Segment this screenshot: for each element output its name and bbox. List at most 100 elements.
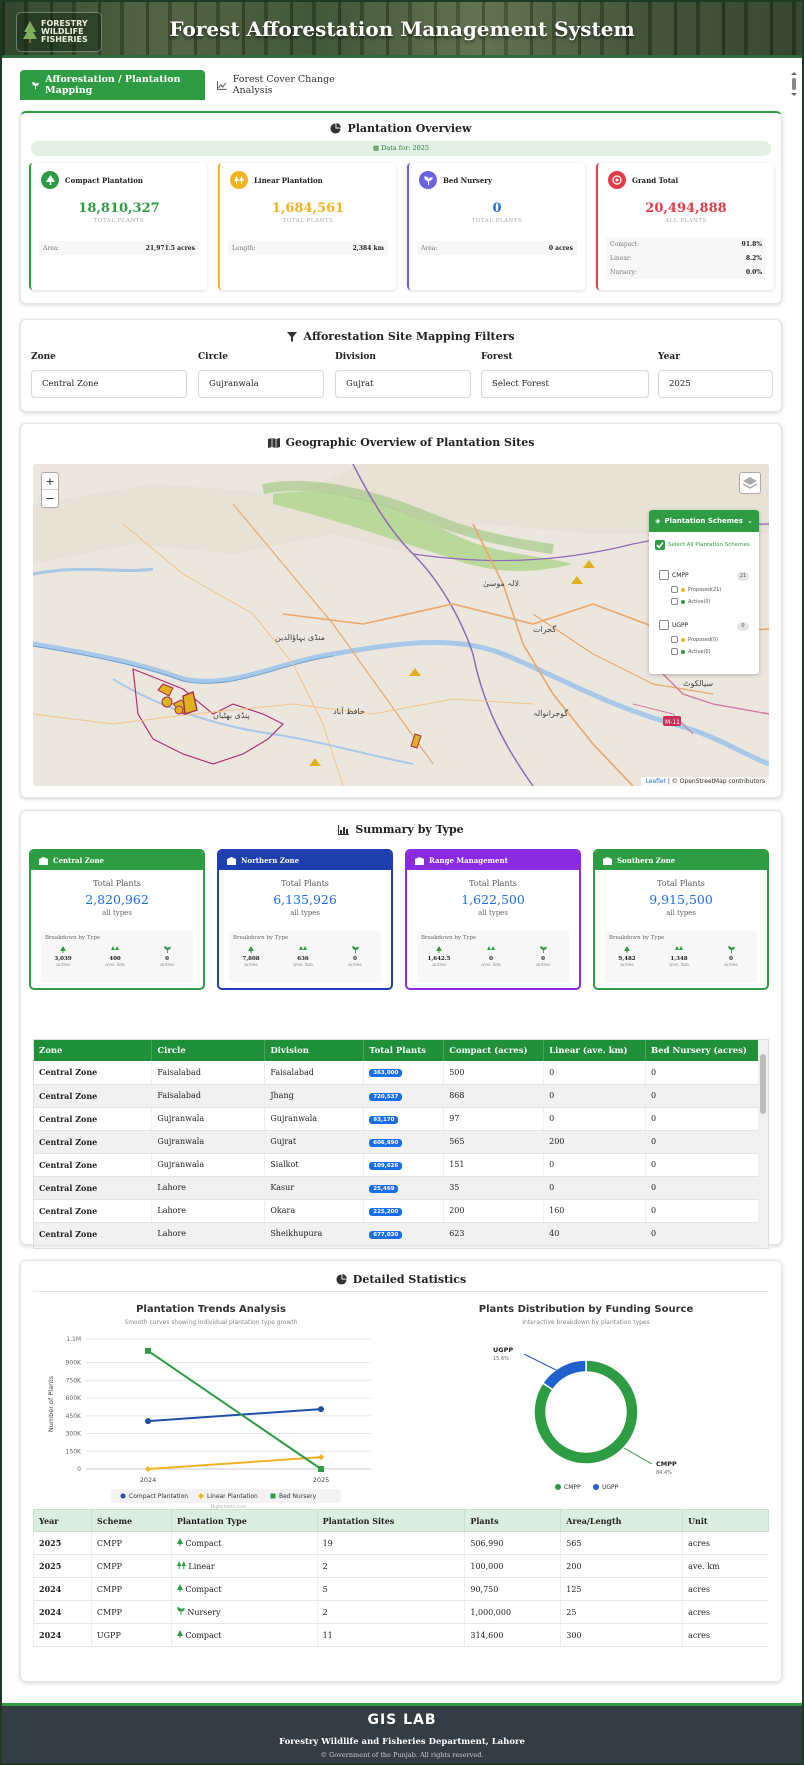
- compact-area-row: Area: 21,971.5 acres: [39, 241, 199, 255]
- column-header[interactable]: Bed Nursery (acres): [645, 1040, 760, 1061]
- legend-marker: [120, 1493, 126, 1499]
- proposed-dot-icon: [681, 587, 685, 592]
- seedling-icon: [177, 1607, 185, 1615]
- column-header[interactable]: Area/Length: [560, 1509, 684, 1532]
- table-scrollbar[interactable]: [758, 1040, 768, 1248]
- column-header[interactable]: Plantation Sites: [316, 1509, 466, 1532]
- table-row[interactable]: Central Zone Lahore Sheikhupura 677,030 623 4…: [34, 1222, 760, 1246]
- column-header[interactable]: Circle: [151, 1040, 266, 1061]
- data-point[interactable]: [145, 1347, 151, 1354]
- legend-header[interactable]: ◈ Plantation Schemes ⌄: [649, 510, 759, 532]
- site-marker: [410, 733, 422, 749]
- page-scrollbar[interactable]: [790, 72, 798, 96]
- site-marker: [161, 696, 173, 708]
- year-select[interactable]: 2025: [658, 370, 773, 398]
- cmpp-proposed[interactable]: Proposed(21): [671, 586, 721, 593]
- forest-select[interactable]: Select Forest: [481, 370, 649, 398]
- data-point[interactable]: [318, 1454, 324, 1461]
- table-cell: 0: [645, 1222, 760, 1246]
- ugpp-count-badge: 0: [737, 622, 749, 631]
- zone-card-header: Northern Zone: [219, 851, 391, 870]
- table-row[interactable]: 2024 CMPP Compact 5 90,750 125 acres: [33, 1577, 769, 1601]
- app-footer: GIS LAB Forestry Wildlife and Fisheries …: [2, 1703, 802, 1763]
- table-cell: 109,626: [363, 1153, 445, 1177]
- table-cell: 2025: [33, 1554, 92, 1578]
- data-point[interactable]: [318, 1406, 324, 1413]
- scrollbar-thumb[interactable]: [760, 1054, 766, 1114]
- column-header[interactable]: Total Plants: [363, 1040, 445, 1061]
- data-point[interactable]: [145, 1418, 151, 1425]
- ugpp-active[interactable]: Active(0): [671, 648, 711, 655]
- column-header[interactable]: Year: [33, 1509, 92, 1532]
- table-row[interactable]: 2025 CMPP Compact 19 506,990 565 acres: [33, 1531, 769, 1555]
- cmpp-count-badge: 21: [737, 572, 749, 581]
- scheme-cmpp[interactable]: CMPP: [659, 570, 689, 580]
- data-point[interactable]: [145, 1466, 151, 1472]
- cmpp-active[interactable]: Active(0): [671, 598, 711, 605]
- table-cell: Nursery: [170, 1600, 318, 1624]
- table-row[interactable]: Central ZoneLahoreLahore: [34, 1245, 760, 1248]
- checkbox-icon[interactable]: [659, 620, 669, 630]
- table-cell: 565: [443, 1130, 545, 1154]
- column-header[interactable]: Scheme: [90, 1509, 172, 1532]
- data-point[interactable]: [318, 1466, 324, 1472]
- division-select[interactable]: Gujrat: [335, 370, 471, 398]
- table-row[interactable]: 2024 UGPP Compact 11 314,600 300 acres: [33, 1623, 769, 1647]
- column-header[interactable]: Plantation Type: [170, 1509, 318, 1532]
- table-cell: Gujranwala: [151, 1130, 266, 1154]
- column-header[interactable]: Compact (acres): [443, 1040, 545, 1061]
- zone-select[interactable]: Central Zone: [31, 370, 187, 398]
- ugpp-proposed[interactable]: Proposed(0): [671, 636, 718, 643]
- tab-plantation-mapping[interactable]: Afforestation / Plantation Mapping: [20, 70, 205, 100]
- place-label: پنڈی بھٹیاں: [213, 711, 250, 720]
- table-cell: Gujranwala: [264, 1107, 365, 1131]
- breakdown-item: 1,348 ave. km: [659, 946, 699, 968]
- linear-total-value: 1,684,561: [271, 201, 345, 216]
- site-marker: [309, 758, 321, 766]
- column-header[interactable]: Plants: [464, 1509, 562, 1532]
- circle-select[interactable]: Gujranwala: [198, 370, 324, 398]
- scheme-ugpp[interactable]: UGPP: [659, 620, 688, 630]
- legend-label[interactable]: CMPP: [564, 1484, 581, 1491]
- legend-label[interactable]: Linear Plantation: [207, 1493, 258, 1500]
- pie-slice-ugpp[interactable]: [541, 1359, 587, 1391]
- table-cell: 720,537: [363, 1084, 445, 1108]
- column-header[interactable]: Linear (ave. km): [543, 1040, 647, 1061]
- table-cell: Central Zone: [34, 1107, 153, 1131]
- select-all-schemes[interactable]: Select All Plantation Schemes: [655, 540, 750, 550]
- tab-forest-cover-change[interactable]: Forest Cover Change Analysis: [205, 70, 385, 100]
- legend-label[interactable]: Bed Nursery: [279, 1493, 317, 1500]
- zone-card-central-zone: Central Zone Total Plants 2,820,962 all …: [29, 849, 205, 990]
- series-line-linear-plantation[interactable]: [147, 1456, 322, 1470]
- table-row[interactable]: Central Zone Gujranwala Gujrat 606,990 565 20…: [34, 1130, 760, 1154]
- column-header[interactable]: Division: [264, 1040, 365, 1061]
- legend-label[interactable]: UGPP: [602, 1484, 619, 1491]
- checkbox-checked-icon[interactable]: [655, 540, 665, 550]
- table-row[interactable]: 2025 CMPP Linear 2 100,000 200 ave. km: [33, 1554, 769, 1578]
- table-cell: 0: [645, 1153, 760, 1177]
- table-row[interactable]: Central Zone Faisalabad Jhang 720,537 868 0 0: [34, 1084, 760, 1108]
- plantation-map[interactable]: + − لالہ موسیٰ گجرات منڈی بہاؤالدین سیال…: [33, 464, 769, 786]
- checkbox-icon[interactable]: [659, 570, 669, 580]
- breakdown-item: 1,642.5 acres: [419, 946, 459, 968]
- table-row[interactable]: Central Zone Lahore Okara 225,200 200 160 0: [34, 1199, 760, 1223]
- distribution-chart-title: Plants Distribution by Funding Source: [478, 1304, 694, 1315]
- calendar-icon: ▦: [372, 144, 382, 152]
- map-icon: [267, 437, 280, 448]
- table-row[interactable]: 2024 CMPP Nursery 2 1,000,000 25 acres: [33, 1600, 769, 1624]
- table-row[interactable]: Central Zone Lahore Kasur 25,469 35 0 0: [34, 1176, 760, 1200]
- plantation-schemes-legend: ◈ Plantation Schemes ⌄ Select All Planta…: [649, 510, 759, 674]
- table-row[interactable]: Central Zone Faisalabad Faisalabad 363,000 5…: [34, 1061, 760, 1085]
- table-row[interactable]: Central Zone Gujranwala Sialkot 109,626 151 0…: [34, 1153, 760, 1177]
- table-row[interactable]: Central Zone Gujranwala Gujranwala 93,170 97…: [34, 1107, 760, 1131]
- table-cell: Lahore: [151, 1222, 266, 1246]
- column-header[interactable]: Zone: [34, 1040, 153, 1061]
- legend-label[interactable]: Compact Plantation: [129, 1493, 188, 1500]
- column-header[interactable]: Unit: [682, 1509, 769, 1532]
- leaflet-link[interactable]: Leaflet: [645, 778, 665, 785]
- active-dot-icon: [681, 599, 685, 604]
- seedling-icon: [419, 171, 437, 189]
- zone-card-header: Range Management: [407, 851, 579, 870]
- table-cell: 40: [543, 1222, 647, 1246]
- breakdown-item: 0 ave. km: [471, 946, 511, 968]
